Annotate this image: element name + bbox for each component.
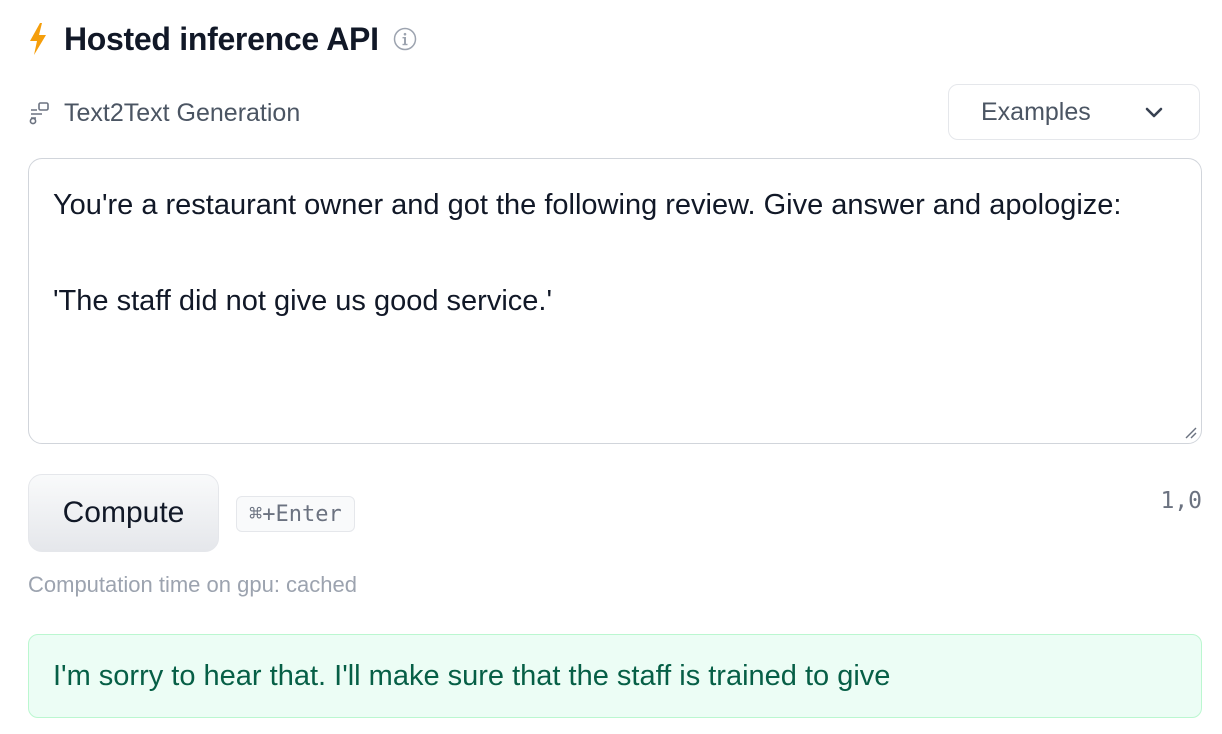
prompt-text[interactable]: You're a restaurant owner and got the fo… bbox=[53, 181, 1177, 325]
resize-handle-icon[interactable] bbox=[1184, 426, 1198, 440]
keyboard-shortcut-hint: ⌘+Enter bbox=[236, 496, 355, 532]
text2text-task-icon bbox=[29, 102, 49, 125]
info-circle-icon[interactable] bbox=[393, 27, 417, 51]
examples-label: Examples bbox=[981, 97, 1091, 126]
lightning-bolt-icon bbox=[30, 23, 46, 55]
output-text: I'm sorry to hear that. I'll make sure t… bbox=[53, 659, 891, 692]
widget-header: Hosted inference API bbox=[28, 18, 417, 60]
chevron-down-icon bbox=[1145, 107, 1163, 118]
task-label: Text2Text Generation bbox=[64, 98, 301, 127]
generated-output: I'm sorry to hear that. I'll make sure t… bbox=[28, 634, 1202, 718]
prompt-textarea[interactable]: You're a restaurant owner and got the fo… bbox=[28, 158, 1202, 444]
examples-dropdown[interactable]: Examples bbox=[948, 84, 1200, 140]
computation-time-status: Computation time on gpu: cached bbox=[28, 572, 357, 597]
task-type: Text2Text Generation bbox=[28, 96, 300, 130]
header-title: Hosted inference API bbox=[64, 20, 379, 57]
compute-button[interactable]: Compute bbox=[28, 474, 219, 552]
inference-widget: Hosted inference API Text2Text Generatio… bbox=[0, 0, 1222, 734]
counter-value: 1,0 bbox=[1160, 488, 1202, 514]
